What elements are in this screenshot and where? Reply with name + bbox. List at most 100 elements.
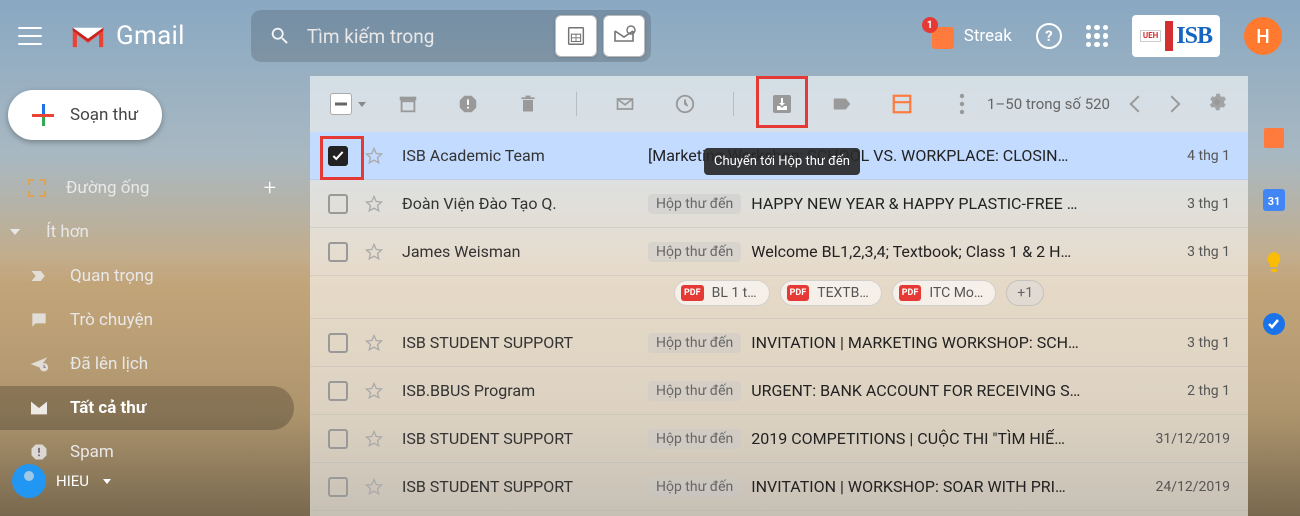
org-brand: UEH ISB [1132,15,1220,57]
settings-button[interactable] [1206,91,1228,117]
subject: HAPPY NEW YEAR & HAPPY PLASTIC-FREE … [751,194,1124,213]
keep-panel-icon[interactable] [1260,248,1288,276]
email-row[interactable]: ISB.BBUS Program Hộp thư đến URGENT: BAN… [310,367,1248,415]
compose-button[interactable]: Soạn thư [8,90,162,140]
chevron-down-icon [10,229,20,235]
date: 4 thg 1 [1140,148,1230,164]
select-caret-icon[interactable] [358,102,366,107]
nav-item-chats[interactable]: Trò chuyện [0,298,294,342]
right-side-panel: 31 [1248,76,1300,516]
nav-item-scheduled[interactable]: Đã lên lịch [0,342,294,386]
nav-item-spam[interactable]: Spam [0,430,294,474]
search-input[interactable] [307,25,577,48]
email-row[interactable]: James Weisman Hộp thư đến Welcome BL1,2,… [310,228,1248,276]
row-checkbox[interactable] [328,477,348,497]
labels-button[interactable] [830,92,854,116]
account-avatar[interactable]: H [1244,17,1282,55]
row-checkbox[interactable] [328,146,348,166]
svg-text:31: 31 [1268,195,1281,208]
date: 3 thg 1 [1140,244,1230,260]
nav-item-allmail[interactable]: Tất cả thư [0,386,294,430]
star-button[interactable] [364,477,384,497]
attachment-row: PDFBL 1 t… PDFTEXTB… PDFITC Mo… +1 [310,276,1248,319]
subject: Welcome BL1,2,3,4; Textbook; Class 1 & 2… [751,242,1124,261]
mailtrack-extension-icon[interactable] [603,15,645,57]
pipeline-icon [28,179,46,197]
plus-icon [32,104,54,126]
spam-icon [28,441,50,463]
calendar-panel-icon[interactable]: 31 [1260,186,1288,214]
attachment-chip[interactable]: PDFBL 1 t… [674,280,770,306]
add-pipeline-icon[interactable]: + [264,176,276,201]
star-button[interactable] [364,333,384,353]
main-menu-icon[interactable] [18,24,42,48]
mail-toolbar: Chuyển tới Hộp thư đến 1–50 trong số 520 [310,76,1248,132]
chats-icon [28,309,50,331]
row-checkbox[interactable] [328,242,348,262]
nav-pipeline[interactable]: Đường ống + [0,166,294,210]
select-checkbox[interactable] [330,93,352,115]
sender: ISB Academic Team [402,146,648,165]
star-button[interactable] [364,381,384,401]
nav-list: Đường ống + Ít hơn Quan trọngTrò chuyệnĐ… [0,166,294,474]
email-row[interactable]: ISB STUDENT SUPPORT Hộp thư đến INVITATI… [310,463,1248,511]
tooltip: Chuyển tới Hộp thư đến [704,148,860,175]
attachment-more[interactable]: +1 [1006,280,1044,306]
app-name: Gmail [116,21,185,51]
row-checkbox[interactable] [328,194,348,214]
star-button[interactable] [364,146,384,166]
row-checkbox[interactable] [328,381,348,401]
star-button[interactable] [364,242,384,262]
inbox-label: Hộp thư đến [648,242,741,262]
archive-button[interactable] [396,92,420,116]
star-button[interactable] [364,194,384,214]
newer-button[interactable] [1130,96,1147,113]
date: 31/12/2019 [1140,431,1230,447]
star-button[interactable] [364,429,384,449]
inbox-label: Hộp thư đến [648,333,741,353]
snooze-button[interactable] [673,92,697,116]
mark-read-button[interactable] [613,92,637,116]
email-row[interactable]: ISB STUDENT SUPPORT Hộp thư đến 2019 COM… [310,415,1248,463]
streak-extension[interactable]: 1 Streak [928,23,1012,49]
date: 3 thg 1 [1140,196,1230,212]
email-list: ISB Academic Team [Marketing Workshop: S… [310,132,1248,511]
date: 24/12/2019 [1140,479,1230,495]
more-button[interactable] [950,92,974,116]
attachment-chip[interactable]: PDFTEXTB… [780,280,882,306]
sender: ISB STUDENT SUPPORT [402,333,648,352]
mail-pane: Chuyển tới Hộp thư đến 1–50 trong số 520… [310,76,1248,516]
chevron-down-icon [103,479,111,484]
streak-icon: 1 [928,23,954,49]
apps-grid-icon[interactable] [1086,25,1108,47]
tasks-panel-icon[interactable] [1260,310,1288,338]
streak-toolbar-button[interactable] [890,92,914,116]
row-checkbox[interactable] [328,429,348,449]
attachment-chip[interactable]: PDFITC Mo… [892,280,997,306]
delete-button[interactable] [516,92,540,116]
search-icon [269,25,291,47]
streak-panel-icon[interactable] [1260,124,1288,152]
nav-item-important[interactable]: Quan trọng [0,254,294,298]
email-row[interactable]: Đoàn Viện Đào Tạo Q. Hộp thư đến HAPPY N… [310,180,1248,228]
sender: ISB.BBUS Program [402,381,648,400]
nav-less-toggle[interactable]: Ít hơn [0,210,294,254]
inbox-label: Hộp thư đến [648,429,741,449]
gmail-icon [70,22,106,50]
inbox-label: Hộp thư đến [648,194,741,214]
inbox-label: Hộp thư đến [648,381,741,401]
search-bar[interactable] [251,10,651,62]
date: 3 thg 1 [1140,335,1230,351]
sender: Đoàn Viện Đào Tạo Q. [402,194,648,213]
report-spam-button[interactable] [456,92,480,116]
help-icon[interactable]: ? [1036,23,1062,49]
allmail-icon [28,397,50,419]
row-checkbox[interactable] [328,333,348,353]
sender: James Weisman [402,242,648,261]
older-button[interactable] [1164,96,1181,113]
gmail-logo[interactable]: Gmail [70,21,185,51]
pager-text: 1–50 trong số 520 [987,95,1110,113]
move-to-inbox-button[interactable]: Chuyển tới Hộp thư đến [770,92,794,116]
email-row[interactable]: ISB STUDENT SUPPORT Hộp thư đến INVITATI… [310,319,1248,367]
sheets-extension-icon[interactable] [555,15,597,57]
